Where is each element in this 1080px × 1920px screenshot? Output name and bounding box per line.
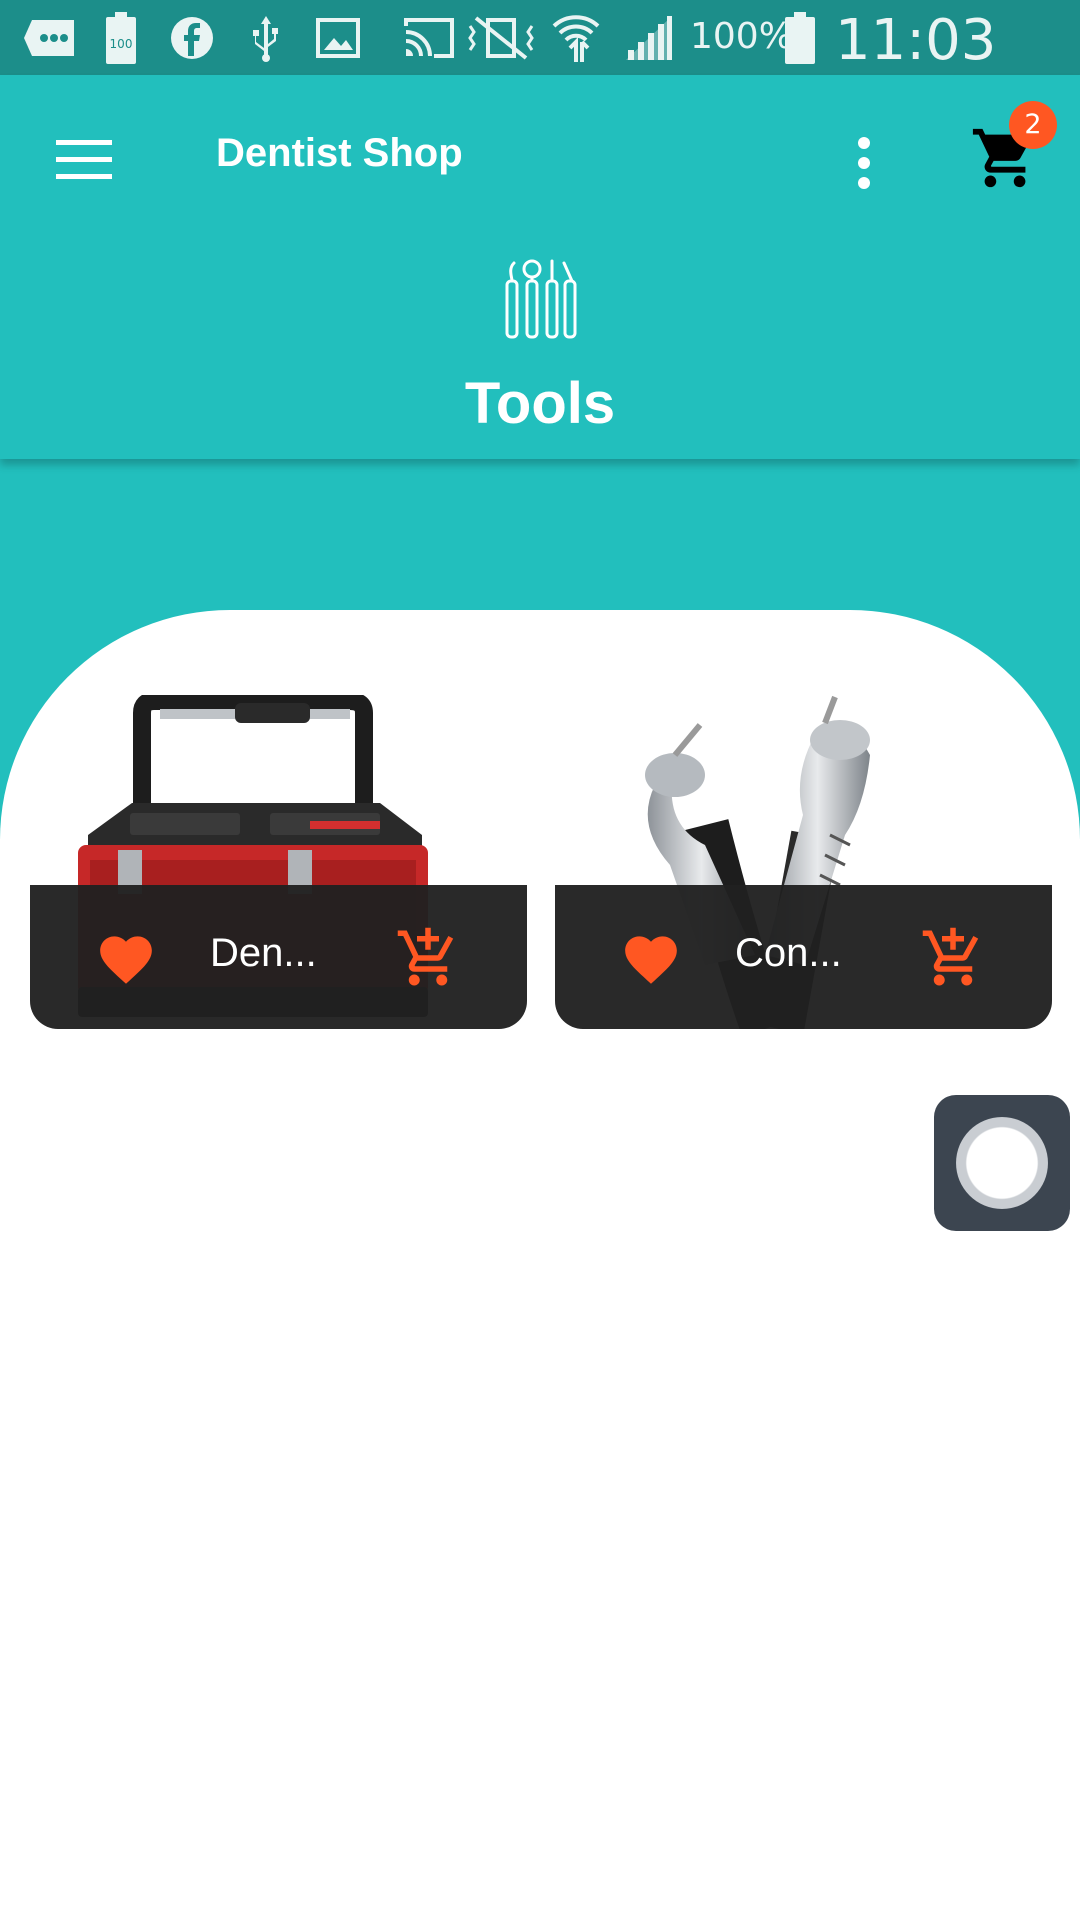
category-title: Tools — [464, 371, 616, 436]
battery-saver-icon: 100 — [106, 0, 136, 75]
battery-percentage: 100% — [690, 16, 793, 57]
assistive-touch-button[interactable] — [934, 1095, 1070, 1231]
battery-icon — [785, 0, 815, 75]
add-to-cart-icon[interactable] — [395, 925, 461, 991]
svg-text:100: 100 — [110, 37, 133, 51]
product-card-footer: Den... — [30, 885, 527, 1029]
product-card[interactable]: Den... — [30, 692, 527, 1029]
image-icon — [316, 0, 360, 75]
app-title: Dentist Shop — [216, 131, 463, 175]
usb-icon — [248, 0, 284, 75]
wifi-icon — [552, 0, 600, 75]
app-bar: Dentist Shop 2 Tools — [0, 75, 1080, 459]
signal-icon — [624, 0, 674, 75]
cart-count-badge: 2 — [1009, 101, 1057, 149]
vibrate-off-icon — [466, 0, 536, 75]
more-vertical-icon[interactable] — [848, 131, 880, 195]
product-card[interactable]: Con... — [555, 695, 1052, 1038]
status-bar: 100 100% 11:03 PM — [0, 0, 1080, 138]
product-name: Den... — [210, 931, 317, 975]
facebook-icon — [170, 0, 214, 75]
dental-tools-icon — [500, 259, 580, 341]
product-card-footer: Con... — [555, 885, 1052, 1029]
add-to-cart-icon[interactable] — [920, 925, 986, 991]
hamburger-menu-icon[interactable] — [56, 140, 112, 180]
heart-icon[interactable] — [95, 928, 157, 986]
cast-icon — [404, 0, 454, 75]
heart-icon[interactable] — [620, 928, 682, 986]
message-icon — [22, 0, 78, 75]
assistive-touch-icon — [956, 1117, 1048, 1209]
product-name: Con... — [735, 931, 842, 975]
